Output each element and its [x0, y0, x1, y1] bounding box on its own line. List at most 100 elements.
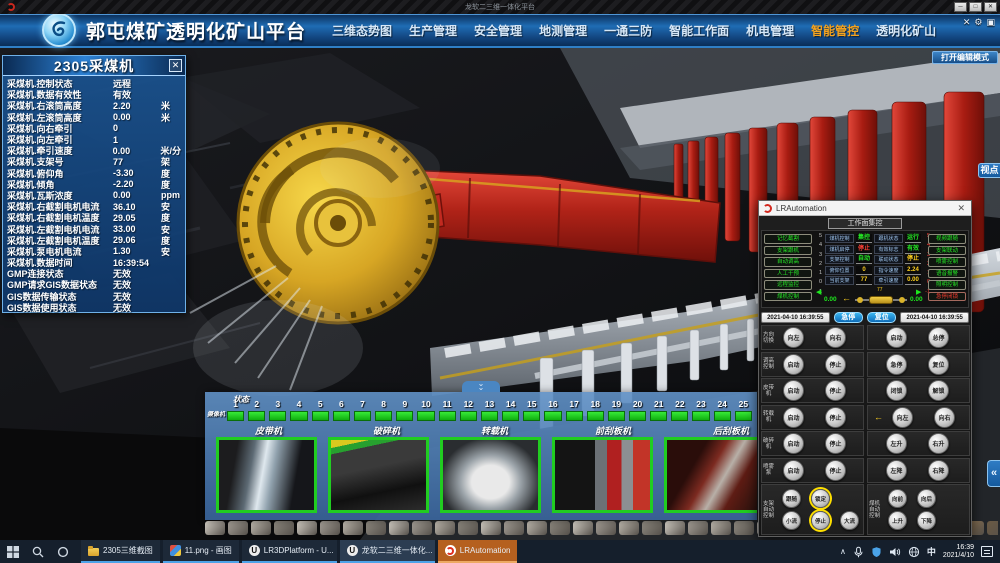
camera-thumbnail-皮带机[interactable]: [216, 437, 317, 513]
shearer-position-slider[interactable]: 77: [855, 293, 907, 305]
camera-status-square-10[interactable]: [417, 411, 434, 421]
filmstrip-thumb[interactable]: [389, 521, 409, 535]
lr-button-闭锁[interactable]: 闭锁: [886, 380, 907, 401]
filmstrip-thumb[interactable]: [412, 521, 432, 535]
lr-button-破碎机-停止[interactable]: 停止: [825, 433, 846, 454]
camera-status-square-24[interactable]: [714, 411, 731, 421]
lr-button-破碎机-启动[interactable]: 启动: [783, 433, 804, 454]
camera-status-square-22[interactable]: [671, 411, 688, 421]
viewpoint-tab[interactable]: 视点: [978, 163, 1000, 178]
nav-item-一通三防[interactable]: 一通三防: [604, 22, 652, 39]
shearer-slider-handle[interactable]: [869, 296, 893, 304]
camera-status-square-6[interactable]: [333, 411, 350, 421]
tools-icon[interactable]: ✕: [963, 17, 971, 28]
lr-left-button-自动调高[interactable]: 自动调高: [764, 257, 812, 267]
emergency-stop-button[interactable]: 急停: [834, 312, 863, 323]
search-icon[interactable]: [25, 540, 50, 563]
lr-button-小流[interactable]: 小流: [782, 511, 801, 530]
camera-thumbnail-破碎机[interactable]: [328, 437, 429, 513]
lr-button-皮带机-启动[interactable]: 启动: [783, 380, 804, 401]
settings-gear-icon[interactable]: ⚙: [974, 17, 982, 28]
filmstrip-thumb[interactable]: [481, 521, 501, 535]
lr-right-button-喷雾控制[interactable]: 喷雾控制: [928, 257, 966, 267]
filmstrip-thumb[interactable]: [596, 521, 616, 535]
lr-button-跟随[interactable]: 跟随: [782, 489, 801, 508]
lr-button-复位[interactable]: 复位: [928, 354, 949, 375]
close-icon[interactable]: ✕: [169, 59, 182, 72]
lr-left-button-记忆截割[interactable]: 记忆截割: [764, 234, 812, 244]
nav-item-生产管理[interactable]: 生产管理: [409, 22, 457, 39]
camera-status-square-2[interactable]: [248, 411, 265, 421]
network-globe-icon[interactable]: [908, 546, 920, 558]
filmstrip-thumb[interactable]: [550, 521, 570, 535]
filmstrip-thumb[interactable]: [688, 521, 708, 535]
lr-button-大流[interactable]: 大流: [840, 511, 859, 530]
lr-button-喷雾泵-启动[interactable]: 启动: [783, 460, 804, 481]
tray-expand-icon[interactable]: ∧: [840, 547, 846, 556]
lr-button-下降[interactable]: 下降: [917, 511, 936, 530]
speaker-icon[interactable]: [889, 546, 901, 558]
nav-item-透明化矿山[interactable]: 透明化矿山: [876, 22, 936, 39]
camera-status-square-7[interactable]: [354, 411, 371, 421]
minimize-button[interactable]: ─: [954, 2, 967, 12]
camera-status-square-20[interactable]: [629, 411, 646, 421]
filmstrip-thumb[interactable]: [987, 521, 998, 535]
camera-status-square-5[interactable]: [312, 411, 329, 421]
lr-button-向前[interactable]: 向前: [888, 489, 907, 508]
filmstrip-thumb[interactable]: [573, 521, 593, 535]
lr-button-方向切换-向右[interactable]: 向右: [825, 327, 846, 348]
filmstrip-thumb[interactable]: [619, 521, 639, 535]
filmstrip-thumb[interactable]: [642, 521, 662, 535]
filmstrip-thumb[interactable]: [251, 521, 271, 535]
taskbar-tab-LRAutomation[interactable]: LRAutomation: [438, 540, 518, 563]
lr-button-锁定[interactable]: 锁定: [811, 489, 830, 508]
nav-item-机电管理[interactable]: 机电管理: [746, 22, 794, 39]
nav-item-安全管理[interactable]: 安全管理: [474, 22, 522, 39]
lr-left-button-远程监控[interactable]: 远程监控: [764, 280, 812, 290]
filmstrip-thumb[interactable]: [665, 521, 685, 535]
maximize-button[interactable]: □: [969, 2, 982, 12]
camera-thumbnail-前刮板机[interactable]: [552, 437, 653, 513]
lr-button-转载机-启动[interactable]: 启动: [783, 407, 804, 428]
start-button[interactable]: [0, 540, 25, 563]
camera-status-square-17[interactable]: [566, 411, 583, 421]
lr-button-调高控制-启动[interactable]: 启动: [783, 354, 804, 375]
lr-button-解锁[interactable]: 解锁: [928, 380, 949, 401]
camera-status-square-18[interactable]: [587, 411, 604, 421]
lr-button-左降[interactable]: 左降: [886, 460, 907, 481]
lr-right-button-支架联动[interactable]: 支架联动: [928, 246, 966, 256]
nav-item-地测管理[interactable]: 地测管理: [539, 22, 587, 39]
lr-button-右降[interactable]: 右降: [928, 460, 949, 481]
lr-button-启动[interactable]: 启动: [886, 327, 907, 348]
lr-right-button-急停闭锁[interactable]: 急停闭锁: [928, 292, 966, 302]
lr-button-总停[interactable]: 总停: [928, 327, 949, 348]
filmstrip-thumb[interactable]: [297, 521, 317, 535]
camera-status-square-25[interactable]: [735, 411, 752, 421]
filmstrip-thumb[interactable]: [527, 521, 547, 535]
lr-button-向右[interactable]: 向右: [934, 407, 955, 428]
camera-status-square-12[interactable]: [460, 411, 477, 421]
taskbar-clock[interactable]: 16:39 2021/4/10: [943, 544, 974, 560]
lr-right-button-视频跟随[interactable]: 视频跟随: [928, 234, 966, 244]
lr-button-停止[interactable]: 停止: [811, 511, 830, 530]
cortana-icon[interactable]: [50, 540, 75, 563]
filmstrip-thumb[interactable]: [435, 521, 455, 535]
chevron-down-icon[interactable]: ⌄⌄: [462, 381, 500, 392]
camera-status-square-23[interactable]: [692, 411, 709, 421]
taskbar-tab-2305三维截图[interactable]: 2305三维截图: [81, 540, 160, 563]
camera-status-square-21[interactable]: [650, 411, 667, 421]
lr-button-向左[interactable]: 向左: [892, 407, 913, 428]
lr-button-右升[interactable]: 右升: [928, 433, 949, 454]
camera-status-square-16[interactable]: [544, 411, 561, 421]
camera-thumbnail-后刮板机[interactable]: [664, 437, 757, 513]
camera-status-square-8[interactable]: [375, 411, 392, 421]
filmstrip-thumb[interactable]: [343, 521, 363, 535]
lr-button-转载机-停止[interactable]: 停止: [825, 407, 846, 428]
close-button[interactable]: ✕: [984, 2, 997, 12]
microphone-icon[interactable]: [853, 546, 864, 558]
lr-button-皮带机-停止[interactable]: 停止: [825, 380, 846, 401]
camera-status-square-11[interactable]: [439, 411, 456, 421]
close-icon[interactable]: ✕: [957, 203, 965, 214]
lr-button-上升[interactable]: 上升: [888, 511, 907, 530]
defender-shield-icon[interactable]: [871, 546, 882, 558]
